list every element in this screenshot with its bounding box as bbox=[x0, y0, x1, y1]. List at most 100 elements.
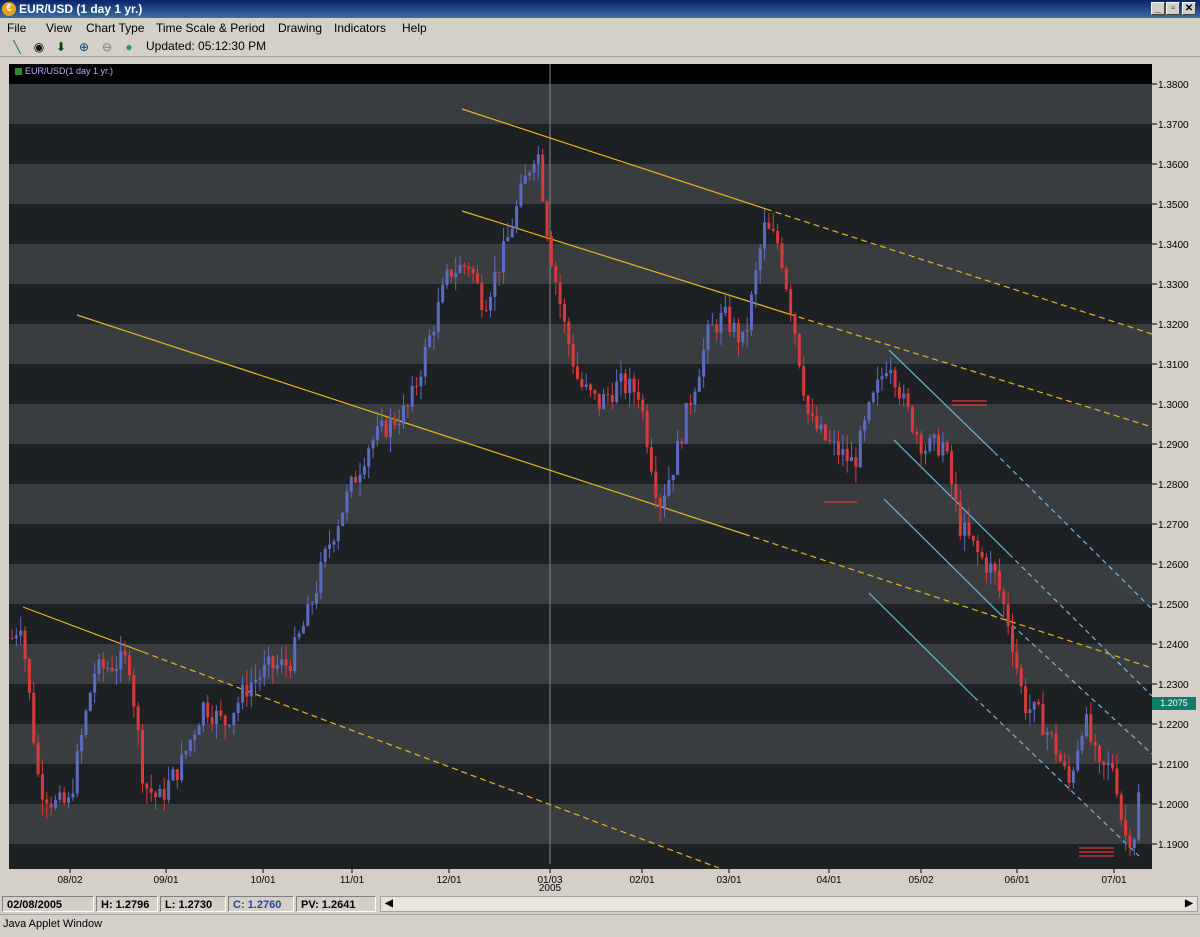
candle-body bbox=[497, 271, 501, 273]
candle-body bbox=[993, 563, 997, 572]
candle-body bbox=[606, 394, 610, 396]
candle-body bbox=[375, 426, 379, 441]
candle-body bbox=[27, 659, 31, 693]
candle-body bbox=[80, 735, 84, 752]
scroll-right-icon[interactable]: ▶ bbox=[1182, 897, 1196, 911]
candle-body bbox=[828, 440, 832, 442]
price-chart[interactable]: 1.3800 1.3700 1.3600 1.3500 1.3400 1.3300 1.32… bbox=[9, 64, 1199, 894]
candle-body bbox=[223, 715, 227, 726]
menu-chart-type[interactable]: Chart Type bbox=[86, 21, 144, 35]
candle-body bbox=[301, 625, 305, 634]
candle-body bbox=[127, 655, 131, 676]
candle-body bbox=[871, 392, 875, 403]
price-band bbox=[9, 604, 1152, 644]
candle-body bbox=[554, 266, 558, 283]
candle-body bbox=[645, 410, 649, 448]
price-band bbox=[9, 804, 1152, 844]
candle-body bbox=[1071, 770, 1075, 783]
candle-body bbox=[167, 780, 171, 800]
candle-body bbox=[184, 751, 188, 755]
candle-body bbox=[906, 393, 910, 407]
year-label: 2005 bbox=[539, 883, 562, 894]
candle-body bbox=[428, 335, 432, 347]
candle-body bbox=[462, 264, 466, 267]
maximize-button[interactable]: ▫ bbox=[1166, 2, 1180, 15]
app-logo-icon: € bbox=[2, 2, 16, 16]
candle-body bbox=[445, 269, 449, 285]
candle-body bbox=[536, 154, 540, 164]
minimize-button[interactable]: _ bbox=[1151, 2, 1165, 15]
time-tick-label: 04/01 bbox=[816, 875, 841, 886]
candle-body bbox=[489, 296, 492, 311]
candle-body bbox=[280, 659, 284, 666]
price-tick-label: 1.2100 bbox=[1158, 760, 1189, 771]
menu-time-scale[interactable]: Time Scale & Period bbox=[156, 21, 265, 35]
candle-body bbox=[1045, 732, 1049, 736]
candle-body bbox=[206, 702, 210, 718]
candle-body bbox=[367, 448, 371, 467]
candle-body bbox=[258, 677, 262, 680]
menu-indicators[interactable]: Indicators bbox=[334, 21, 386, 35]
candle-body bbox=[454, 272, 458, 278]
time-tick-label: 02/01 bbox=[629, 875, 654, 886]
candle-body bbox=[989, 563, 993, 573]
time-tick-label: 07/01 bbox=[1101, 875, 1126, 886]
candle-body bbox=[732, 323, 736, 332]
candle-body bbox=[1041, 704, 1045, 736]
close-button[interactable]: ✕ bbox=[1182, 2, 1196, 15]
down-arrow-icon[interactable]: ⬇ bbox=[53, 39, 69, 55]
horizontal-scrollbar[interactable]: ◀ ▶ bbox=[380, 896, 1198, 912]
candle-body bbox=[388, 417, 392, 437]
candle-body bbox=[262, 664, 266, 678]
menu-help[interactable]: Help bbox=[402, 21, 427, 35]
menu-view[interactable]: View bbox=[46, 21, 72, 35]
candle-body bbox=[967, 522, 971, 536]
candle-body bbox=[315, 592, 318, 604]
candle-body bbox=[1019, 668, 1023, 687]
chart-panel[interactable]: 1.3800 1.3700 1.3600 1.3500 1.3400 1.3300 1.32… bbox=[9, 64, 1199, 894]
zoom-in-icon[interactable]: ⊕ bbox=[76, 39, 92, 55]
price-tick-label: 1.3200 bbox=[1158, 320, 1189, 331]
candle-body bbox=[736, 323, 740, 343]
time-tick-label: 11/01 bbox=[340, 875, 365, 886]
candle-body bbox=[884, 373, 888, 377]
status-high: H: 1.2796 bbox=[96, 896, 158, 912]
price-band bbox=[9, 484, 1152, 524]
candle-body bbox=[197, 725, 201, 735]
candle-body bbox=[219, 710, 223, 716]
candle-body bbox=[154, 792, 158, 798]
menu-bar: File View Chart Type Time Scale & Period… bbox=[0, 18, 1200, 38]
candle-body bbox=[750, 294, 753, 331]
candle-body bbox=[758, 248, 762, 271]
green-dot-icon[interactable]: ● bbox=[121, 39, 137, 55]
menu-drawing[interactable]: Drawing bbox=[278, 21, 322, 35]
candle-body bbox=[384, 420, 388, 437]
scroll-left-icon[interactable]: ◀ bbox=[382, 897, 396, 911]
candle-body bbox=[584, 384, 588, 387]
candle-body bbox=[14, 635, 18, 639]
target-icon[interactable]: ◉ bbox=[31, 39, 47, 55]
candle-body bbox=[88, 692, 92, 711]
candle-body bbox=[232, 712, 236, 726]
candle-body bbox=[832, 441, 836, 443]
candle-body bbox=[963, 522, 967, 536]
zoom-out-icon[interactable]: ⊖ bbox=[99, 39, 115, 55]
candle-body bbox=[510, 228, 514, 238]
pen-icon[interactable]: ╲ bbox=[9, 39, 25, 55]
candle-body bbox=[1015, 652, 1019, 669]
price-tick-label: 1.3500 bbox=[1158, 200, 1189, 211]
candle-body bbox=[132, 675, 136, 707]
candle-body bbox=[158, 789, 162, 798]
candle-body bbox=[910, 406, 914, 432]
candle-body bbox=[723, 306, 727, 313]
candle-body bbox=[658, 497, 662, 507]
price-tick-label: 1.2200 bbox=[1158, 720, 1189, 731]
candle-body bbox=[1024, 686, 1028, 714]
candle-body bbox=[506, 237, 510, 242]
price-tick-label: 1.2700 bbox=[1158, 520, 1189, 531]
candle-body bbox=[728, 306, 732, 332]
candle-body bbox=[97, 659, 101, 674]
price-tick-label: 1.2000 bbox=[1158, 800, 1189, 811]
price-band bbox=[9, 124, 1152, 164]
menu-file[interactable]: File bbox=[7, 21, 26, 35]
